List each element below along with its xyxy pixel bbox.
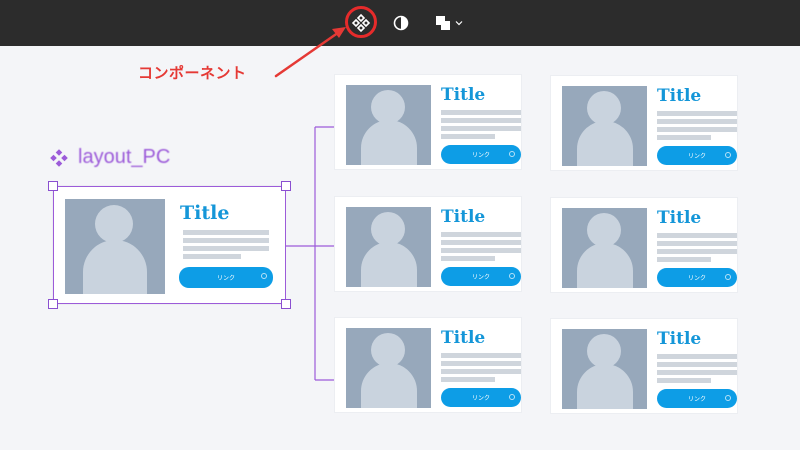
text-line	[183, 238, 269, 243]
resize-handle-bottom-left[interactable]	[48, 299, 58, 309]
instance-card[interactable]: Title リンク	[335, 318, 521, 412]
placeholder-image	[346, 207, 431, 287]
component-icon	[50, 148, 68, 167]
placeholder-image	[346, 85, 431, 165]
text-line	[441, 377, 495, 382]
instance-card[interactable]: Title リンク	[551, 76, 737, 170]
link-button-label: リンク	[471, 395, 490, 402]
instance-card[interactable]: Title リンク	[335, 197, 521, 291]
text-line	[183, 246, 269, 251]
resize-handle-top-left[interactable]	[48, 181, 58, 191]
link-button-label: リンク	[687, 396, 706, 403]
link-button-label: リンク	[471, 274, 490, 281]
text-line	[657, 233, 737, 238]
card-title: Title	[441, 328, 486, 348]
placeholder-image	[562, 86, 647, 166]
boolean-group-button[interactable]	[430, 9, 466, 37]
placeholder-image	[562, 329, 647, 409]
card-title: Title	[657, 86, 702, 106]
link-button[interactable]: リンク	[441, 267, 521, 286]
card-title: Title	[180, 202, 230, 224]
text-line	[441, 118, 521, 123]
arrow-icon	[725, 274, 731, 280]
arrow-icon	[725, 152, 731, 158]
text-line	[441, 369, 521, 374]
text-line	[183, 230, 269, 235]
text-line	[441, 134, 495, 139]
text-line	[657, 378, 711, 383]
arrow-icon	[725, 395, 731, 401]
link-button-label: リンク	[471, 152, 490, 159]
card-title: Title	[657, 329, 702, 349]
arrow-icon	[509, 394, 515, 400]
contrast-button[interactable]	[390, 9, 412, 37]
text-line	[657, 354, 737, 359]
card-title: Title	[657, 208, 702, 228]
link-button[interactable]: リンク	[441, 145, 521, 164]
chevron-down-icon	[455, 21, 462, 26]
link-button[interactable]: リンク	[441, 388, 521, 407]
component-name[interactable]: layout_PC	[48, 146, 170, 169]
resize-handle-bottom-right[interactable]	[281, 299, 291, 309]
boolean-icon	[435, 16, 450, 30]
text-line	[657, 249, 737, 254]
component-name-label: layout_PC	[78, 146, 171, 168]
text-line	[441, 256, 495, 261]
text-line	[441, 232, 521, 237]
placeholder-image	[346, 328, 431, 408]
resize-handle-top-right[interactable]	[281, 181, 291, 191]
text-line	[657, 111, 737, 116]
text-line	[657, 127, 737, 132]
annotation-label: コンポーネント	[138, 64, 247, 82]
placeholder-image	[562, 208, 647, 288]
link-button[interactable]: リンク	[657, 146, 737, 165]
link-button[interactable]: リンク	[179, 267, 273, 288]
instance-card[interactable]: Title リンク	[551, 198, 737, 292]
text-line	[441, 110, 521, 115]
placeholder-image	[65, 199, 165, 294]
link-button[interactable]: リンク	[657, 268, 737, 287]
text-line	[441, 240, 521, 245]
text-line	[441, 361, 521, 366]
main-component-card[interactable]: Title リンク	[53, 186, 285, 304]
text-line	[657, 135, 711, 140]
text-line	[657, 362, 737, 367]
top-toolbar	[0, 0, 800, 46]
text-line	[441, 126, 521, 131]
text-line	[441, 248, 521, 253]
text-line	[657, 257, 711, 262]
text-line	[441, 353, 521, 358]
arrow-icon	[509, 273, 515, 279]
link-button-label: リンク	[687, 153, 706, 160]
contrast-icon	[393, 15, 409, 31]
arrow-icon	[261, 273, 267, 279]
link-button-label: リンク	[687, 275, 706, 282]
card-title: Title	[441, 85, 486, 105]
text-line	[657, 241, 737, 246]
highlight-circle	[345, 6, 377, 38]
card-title: Title	[441, 207, 486, 227]
instance-card[interactable]: Title リンク	[551, 319, 737, 413]
text-line	[657, 119, 737, 124]
arrow-icon	[509, 151, 515, 157]
text-line	[657, 370, 737, 375]
link-button-label: リンク	[216, 275, 235, 282]
text-line	[183, 254, 241, 259]
link-button[interactable]: リンク	[657, 389, 737, 408]
instance-card[interactable]: Title リンク	[335, 75, 521, 169]
